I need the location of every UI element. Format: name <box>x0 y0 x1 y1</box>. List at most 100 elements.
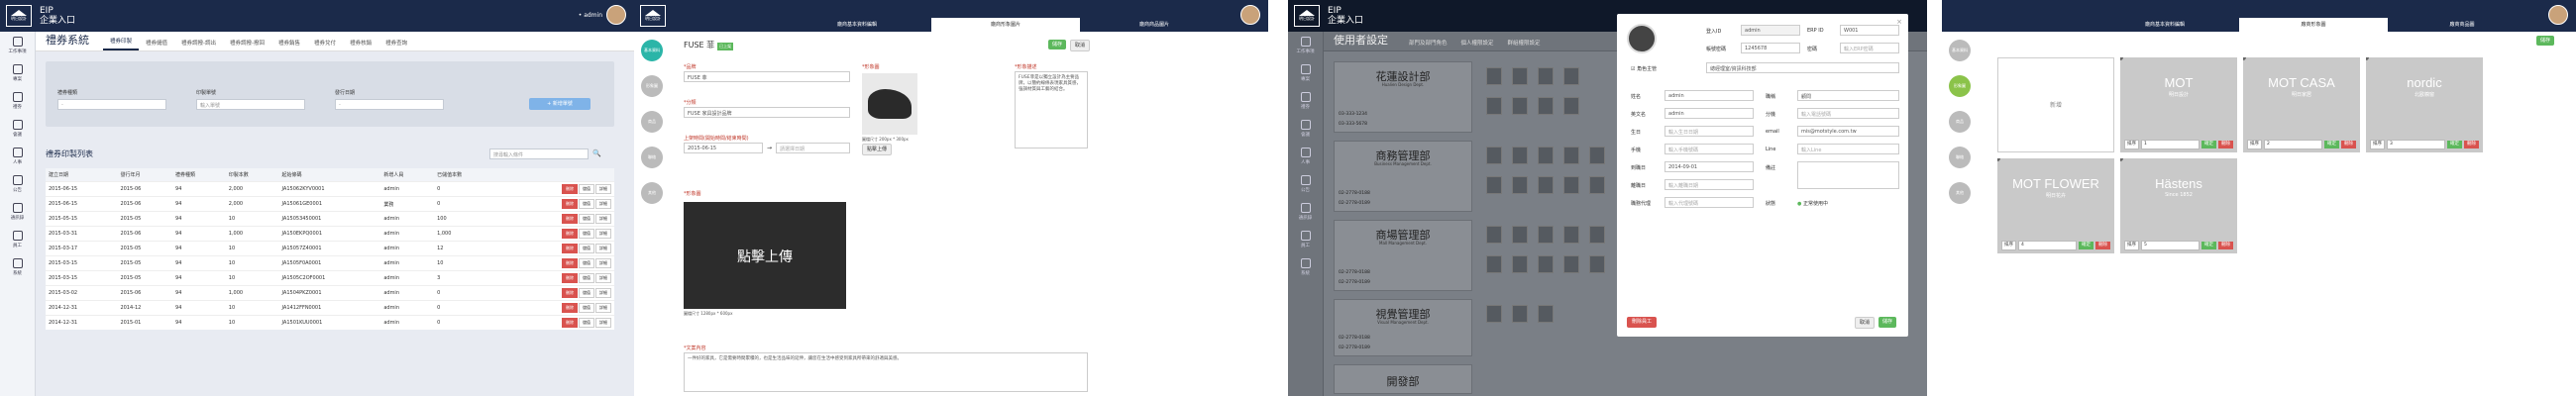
dept-card[interactable]: 視覺管理部 Visual Management Dept. 02-2778-01… <box>1334 299 1472 356</box>
brand-card[interactable]: MOT 明日設計 排序 1 確定 刪除 <box>2120 57 2237 152</box>
order-input[interactable]: 3 <box>2387 139 2445 149</box>
password-input[interactable]: 輸入ERP密碼 <box>1840 43 1899 53</box>
staff-photo[interactable] <box>1512 147 1528 164</box>
dept-card[interactable]: 商務管理部 Business Management Dept. 02-2778-… <box>1334 141 1472 212</box>
subtab-basic[interactable]: 廠商基本資料編輯 <box>2091 18 2239 32</box>
step-contact[interactable]: 聯絡 <box>1949 147 1971 168</box>
line-input[interactable]: 輸入Line <box>1797 144 1899 154</box>
detail-button[interactable]: 詳細 <box>595 288 611 298</box>
detail-button[interactable]: 詳細 <box>595 229 611 239</box>
staff-photo[interactable] <box>1538 305 1554 323</box>
delete-button[interactable]: 刪除 <box>2218 241 2233 249</box>
cancel-button[interactable]: 取消 <box>1855 317 1876 329</box>
staff-photo[interactable] <box>1589 147 1605 164</box>
order-input[interactable]: 4 <box>2018 240 2077 250</box>
staff-photo[interactable] <box>1563 97 1579 115</box>
remove-icon[interactable] <box>2120 158 2123 161</box>
nav-item-meeting[interactable]: 會議 <box>0 115 35 143</box>
detail-button[interactable]: 詳細 <box>595 273 611 283</box>
delete-button[interactable]: 刪除 <box>562 318 578 328</box>
nav-item-tasks[interactable]: 工作事項 <box>0 32 35 59</box>
en-input[interactable]: admin <box>1664 108 1754 119</box>
avatar[interactable] <box>1240 5 1260 25</box>
role-checkbox[interactable]: ☑ 角色主管 <box>1631 65 1657 72</box>
leave-input[interactable]: 輸入離職日期 <box>1664 179 1754 190</box>
arrive-input[interactable]: 2014-09-01 <box>1664 161 1754 172</box>
add-number-button[interactable]: + 新增單號 <box>529 98 590 110</box>
start-date-input[interactable]: 2015-06-15 <box>684 143 763 153</box>
staff-photo[interactable] <box>1512 97 1528 115</box>
confirm-button[interactable]: 確定 <box>2079 241 2093 249</box>
nav-item-projects[interactable]: 專案 <box>1288 59 1323 87</box>
company-logo[interactable]: 明日設計 <box>640 5 666 27</box>
status-radio[interactable]: ● 正常使用中 <box>1797 200 1828 207</box>
delete-button[interactable]: 刪除 <box>562 258 578 268</box>
step-product[interactable]: 商品 <box>641 111 663 133</box>
tab-transfer-back[interactable]: 禮券調撥-撥回 <box>223 35 271 50</box>
detail-button[interactable]: 詳細 <box>595 318 611 328</box>
subtab-image[interactable]: 廠商形象圖 <box>2239 18 2388 32</box>
cancel-button[interactable]: 取消 <box>1070 40 1091 51</box>
nav-item-hr[interactable]: 人事 <box>1288 143 1323 170</box>
tab-personal[interactable]: 個人權限設定 <box>1454 35 1501 50</box>
user-photo[interactable] <box>1627 24 1657 53</box>
nav-item-projects[interactable]: 專案 <box>0 59 35 87</box>
remove-icon[interactable] <box>1997 158 2000 161</box>
avatar[interactable] <box>606 5 626 25</box>
name-input[interactable]: admin <box>1664 90 1754 101</box>
step-basic[interactable]: 基本資料 <box>1949 40 1971 61</box>
deposit-button[interactable]: 儲值 <box>579 229 594 239</box>
confirm-button[interactable]: 確定 <box>2324 140 2339 148</box>
nav-item-notice[interactable]: 公告 <box>1288 170 1323 198</box>
deposit-button[interactable]: 儲值 <box>579 318 594 328</box>
save-button[interactable]: 儲存 <box>2536 36 2555 46</box>
staff-photo[interactable] <box>1512 255 1528 273</box>
staff-photo[interactable] <box>1486 226 1502 244</box>
nav-item-notice[interactable]: 公告 <box>0 170 35 198</box>
end-date-input[interactable]: 請選擇日期 <box>776 143 850 153</box>
remove-icon[interactable] <box>2366 57 2369 60</box>
delete-button[interactable]: 刪除 <box>2464 140 2479 148</box>
staff-photo[interactable] <box>1486 147 1502 164</box>
tab-sales[interactable]: 禮券銷售 <box>271 35 307 50</box>
staff-photo[interactable] <box>1563 255 1579 273</box>
delete-button[interactable]: 刪除 <box>562 229 578 239</box>
step-other[interactable]: 其他 <box>641 182 663 204</box>
remove-icon[interactable] <box>2243 57 2246 60</box>
tab-deposit[interactable]: 禮券儲值 <box>139 35 174 50</box>
staff-photo[interactable] <box>1563 67 1579 85</box>
nav-item-staff[interactable]: 員工 <box>0 226 35 253</box>
staff-photo[interactable] <box>1486 255 1502 273</box>
delete-button[interactable]: 刪除 <box>562 214 578 224</box>
delete-user-button[interactable]: 刪除員工 <box>1627 317 1658 328</box>
step-other[interactable]: 其他 <box>1949 182 1971 204</box>
staff-photo[interactable] <box>1486 176 1502 194</box>
number-input[interactable]: 輸入單號 <box>196 99 305 110</box>
deposit-button[interactable]: 儲值 <box>579 258 594 268</box>
title-select[interactable]: 顧問 <box>1797 90 1899 101</box>
staff-photo[interactable] <box>1589 226 1605 244</box>
deposit-button[interactable]: 儲值 <box>579 184 594 194</box>
content-textarea[interactable]: 一件好的家具，它是需要時間累積的，也是生活品味的延伸，讓您在生活中感受到家具所帶… <box>684 352 1088 392</box>
nav-item-hr[interactable]: 人事 <box>0 143 35 170</box>
nav-item-staff[interactable]: 員工 <box>1288 226 1323 253</box>
category-input[interactable]: FUSE 家具設計品牌 <box>684 107 850 118</box>
deposit-button[interactable]: 儲值 <box>579 303 594 313</box>
type-select[interactable]: - <box>57 99 166 110</box>
brand-input[interactable]: FUSE 菲 <box>684 71 850 82</box>
step-contact[interactable]: 聯絡 <box>641 147 663 168</box>
detail-button[interactable]: 詳細 <box>595 184 611 194</box>
nav-item-system[interactable]: 系統 <box>1288 253 1323 281</box>
ext-input[interactable]: 輸入電話號碼 <box>1797 108 1899 119</box>
date-select[interactable]: - <box>335 99 444 110</box>
save-button[interactable]: 儲存 <box>1048 40 1067 50</box>
company-logo[interactable]: 明日設計 <box>1294 5 1320 27</box>
staff-photo[interactable] <box>1512 176 1528 194</box>
staff-photo[interactable] <box>1538 255 1554 273</box>
account-input[interactable]: 1245678 <box>1741 43 1800 53</box>
staff-photo[interactable] <box>1486 67 1502 85</box>
detail-button[interactable]: 詳細 <box>595 199 611 209</box>
erp-input[interactable]: W001 <box>1840 25 1899 36</box>
delete-button[interactable]: 刪除 <box>562 199 578 209</box>
brand-card[interactable]: MOT FLOWER 明日花卉 排序 4 確定 刪除 <box>1997 158 2114 253</box>
